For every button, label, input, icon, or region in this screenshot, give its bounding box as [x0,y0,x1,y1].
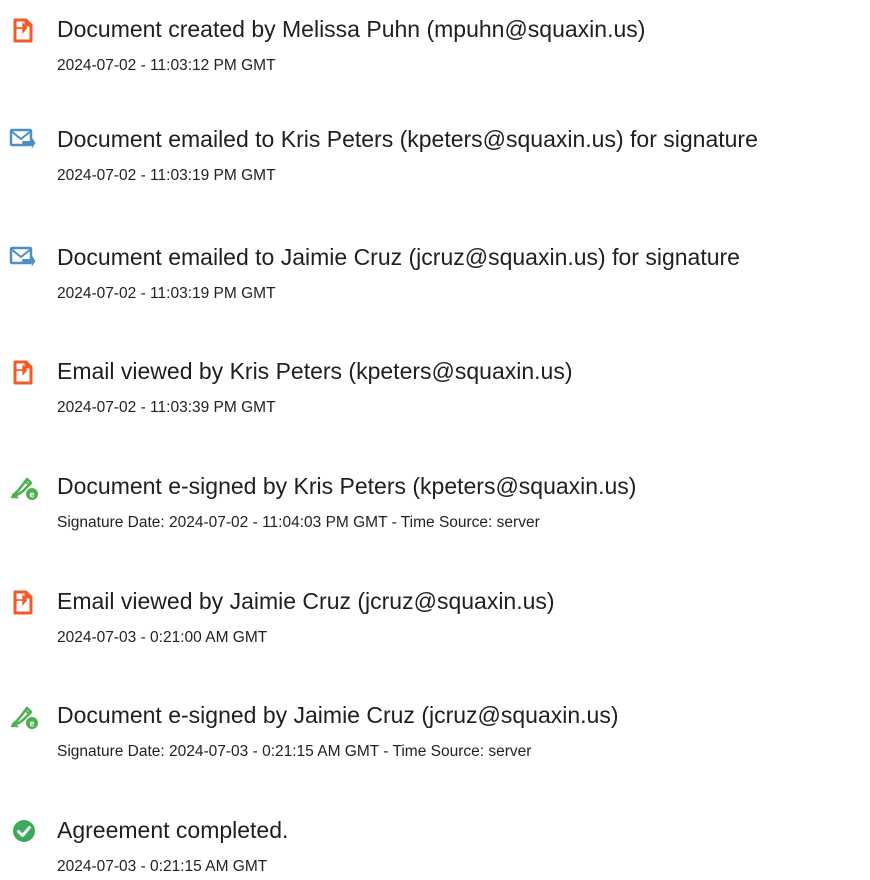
svg-text:e: e [29,719,34,729]
document-created-icon [9,16,39,44]
event-title: Email viewed by Kris Peters (kpeters@squ… [57,358,573,384]
svg-text:e: e [29,490,34,500]
event-title: Agreement completed. [57,817,289,843]
event-signature-date: Signature Date: 2024-07-02 - 11:04:03 PM… [57,514,540,531]
checkmark-circle-icon [9,817,39,845]
audit-history: { "events": [ { "icon": "document-create… [0,0,870,880]
document-viewed-icon [9,588,39,616]
esign-pen-icon: e [9,702,39,730]
event-timestamp: 2024-07-02 - 11:03:19 PM GMT [57,285,276,302]
email-sent-icon [9,126,39,154]
esign-pen-icon: e [9,473,39,501]
event-signature-date: Signature Date: 2024-07-03 - 0:21:15 AM … [57,743,532,760]
event-title: Document emailed to Jaimie Cruz (jcruz@s… [57,244,740,270]
event-timestamp: 2024-07-02 - 11:03:39 PM GMT [57,399,276,416]
event-timestamp: 2024-07-03 - 0:21:15 AM GMT [57,858,268,875]
event-title: Document e-signed by Kris Peters (kpeter… [57,473,637,499]
event-title: Document emailed to Kris Peters (kpeters… [57,126,758,152]
email-sent-icon [9,244,39,272]
document-viewed-icon [9,358,39,386]
event-title: Document created by Melissa Puhn (mpuhn@… [57,16,646,42]
event-timestamp: 2024-07-02 - 11:03:12 PM GMT [57,57,276,74]
event-timestamp: 2024-07-02 - 11:03:19 PM GMT [57,167,276,184]
event-title: Document e-signed by Jaimie Cruz (jcruz@… [57,702,619,728]
event-timestamp: 2024-07-03 - 0:21:00 AM GMT [57,629,268,646]
event-title: Email viewed by Jaimie Cruz (jcruz@squax… [57,588,555,614]
